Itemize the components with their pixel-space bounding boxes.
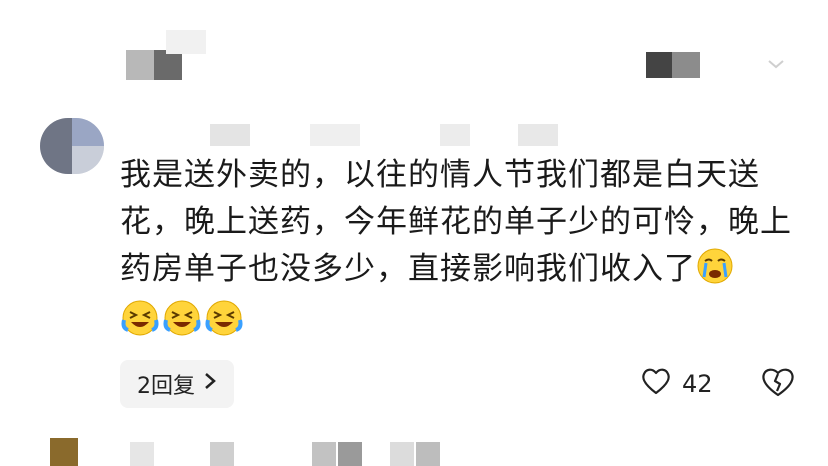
broken-heart-icon — [760, 368, 796, 402]
like-button[interactable]: 42 — [640, 366, 713, 402]
laughing-crying-face-icon — [204, 298, 243, 336]
comment-body: 我是送外卖的，以往的情人节我们都是白天送花，晚上送药，今年鲜花的单子少的可怜，晚… — [120, 157, 792, 287]
pixelated-username — [200, 124, 580, 150]
laughing-crying-face-icon — [162, 298, 201, 336]
heart-icon — [640, 366, 672, 402]
pixelated-meta-top-right — [646, 52, 700, 78]
like-count: 42 — [682, 370, 713, 398]
top-chevron-icon[interactable] — [764, 52, 788, 76]
avatar[interactable] — [40, 118, 104, 174]
laughing-crying-face-icon — [120, 298, 159, 336]
pixelated-username-top — [126, 30, 206, 80]
reply-label: 2回复 — [137, 374, 195, 399]
chevron-right-icon — [203, 371, 217, 397]
comment-text: 我是送外卖的，以往的情人节我们都是白天送花，晚上送药，今年鲜花的单子少的可怜，晚… — [120, 152, 800, 293]
crying-face-icon — [696, 247, 734, 285]
reply-button[interactable]: 2回复 — [120, 360, 234, 408]
dislike-button[interactable] — [760, 366, 796, 402]
emoji-row — [120, 298, 243, 342]
pixelated-next-comment — [50, 438, 450, 466]
